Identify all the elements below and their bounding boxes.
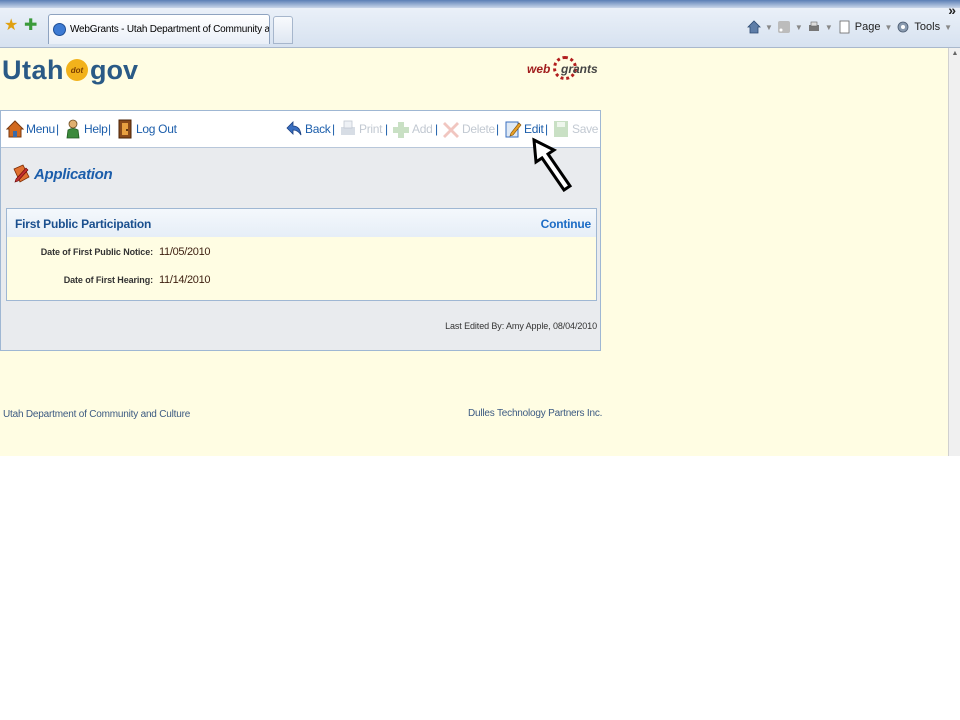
add-plus-icon (393, 122, 409, 138)
add-favorites-icon[interactable]: ✚ (24, 18, 37, 34)
logo-utah-text: Utah (2, 54, 64, 85)
public-notice-date-label: Date of First Public Notice: (40, 247, 153, 257)
page-title: Application (34, 165, 113, 183)
logout-door-icon (118, 119, 132, 139)
logo-dot-badge: dot (66, 59, 88, 81)
continue-link[interactable]: Continue (541, 217, 592, 231)
back-arrow-icon (286, 121, 302, 136)
add-button[interactable]: Add (392, 118, 433, 140)
vertical-scrollbar[interactable]: ▲ (948, 48, 960, 456)
section-body: Date of First Public Notice: 11/05/2010 … (7, 237, 596, 300)
delete-button[interactable]: Delete (442, 118, 495, 140)
add-label: Add (412, 122, 433, 136)
tools-gear-icon (897, 21, 909, 33)
menu-button[interactable]: Menu (6, 118, 55, 140)
page-menu[interactable]: Page (855, 21, 881, 33)
edit-label: Edit (524, 122, 544, 136)
webgrants-logo-web: web (527, 62, 551, 76)
print-icon (341, 120, 355, 135)
toolbar-separator: | (385, 122, 389, 136)
feeds-icon[interactable] (777, 20, 791, 34)
print-button[interactable]: Print (339, 118, 382, 140)
toolbar-separator: | (545, 122, 549, 136)
help-label: Help (84, 122, 108, 136)
first-hearing-date-value: 11/14/2010 (159, 274, 211, 286)
toolbar-separator: | (496, 122, 500, 136)
logo-gov-text: gov (90, 54, 139, 85)
logout-button[interactable]: Log Out (116, 118, 177, 140)
browser-tab-label: WebGrants - Utah Department of Community… (70, 24, 269, 35)
footer-organization: Utah Department of Community and Culture (3, 409, 191, 420)
screen: ★ ✚ WebGrants - Utah Department of Commu… (0, 0, 960, 720)
scroll-up-arrow-icon[interactable]: ▲ (950, 49, 960, 59)
menu-house-icon (6, 120, 24, 138)
annotation-arrow-icon (532, 137, 573, 192)
toolbar-separator: | (108, 122, 112, 136)
print-label: Print (359, 122, 383, 136)
window-title-strip (0, 0, 960, 8)
delete-x-icon (443, 122, 459, 138)
more-commands-icon[interactable]: » (948, 2, 956, 18)
utah-gov-logo[interactable]: Utah dot gov (2, 52, 138, 88)
toolbar-separator: | (56, 122, 60, 136)
browser-toolbar: ★ ✚ WebGrants - Utah Department of Commu… (0, 0, 960, 48)
tools-dropdown-icon[interactable]: ▼ (944, 23, 952, 32)
first-public-participation-section: First Public Participation Continue Date… (6, 208, 597, 301)
footer-vendor: Dulles Technology Partners Inc. (468, 408, 603, 419)
logout-label: Log Out (136, 122, 177, 136)
edit-notepad-icon (505, 121, 522, 138)
section-header: First Public Participation Continue (7, 209, 596, 237)
print-icon[interactable] (807, 20, 821, 34)
command-bar: ▼ ▼ ▼ Page ▼ Tools ▼ (747, 16, 952, 38)
save-label: Save (572, 122, 599, 136)
page-icon (839, 20, 850, 34)
page-dropdown-icon[interactable]: ▼ (884, 23, 892, 32)
tools-menu[interactable]: Tools (914, 21, 940, 33)
feeds-dropdown-icon[interactable]: ▼ (795, 23, 803, 32)
application-pencil-icon (13, 164, 30, 183)
first-hearing-date-label: Date of First Hearing: (63, 275, 153, 285)
home-icon[interactable] (747, 20, 761, 34)
browser-tab-webgrants[interactable]: WebGrants - Utah Department of Community… (48, 14, 270, 44)
application-panel: Menu | Help | Log Out Back | Print | Add… (0, 110, 601, 351)
toolbar-separator: | (435, 122, 439, 136)
help-person-icon (66, 119, 80, 139)
print-dropdown-icon[interactable]: ▼ (825, 23, 833, 32)
back-label: Back (305, 122, 331, 136)
last-edited-info: Last Edited By: Amy Apple, 08/04/2010 (445, 321, 597, 331)
new-tab-button[interactable] (273, 16, 293, 44)
toolbar-separator: | (332, 122, 336, 136)
help-button[interactable]: Help (64, 118, 108, 140)
webgrants-logo-grants: grants (561, 62, 598, 76)
public-notice-date-value: 11/05/2010 (159, 246, 211, 258)
menu-label: Menu (26, 122, 55, 136)
section-title: First Public Participation (15, 217, 152, 231)
ie-page-icon (53, 23, 66, 36)
app-toolbar: Menu | Help | Log Out Back | Print | Add… (1, 111, 600, 148)
back-button[interactable]: Back (285, 118, 331, 140)
home-dropdown-icon[interactable]: ▼ (765, 23, 773, 32)
webgrants-logo: web grants (527, 56, 601, 84)
favorites-star-icon[interactable]: ★ (4, 18, 18, 34)
delete-label: Delete (462, 122, 495, 136)
page-viewport: Utah dot gov web grants Menu | Help | Lo… (0, 48, 960, 456)
page-title-row: Application (11, 163, 113, 185)
